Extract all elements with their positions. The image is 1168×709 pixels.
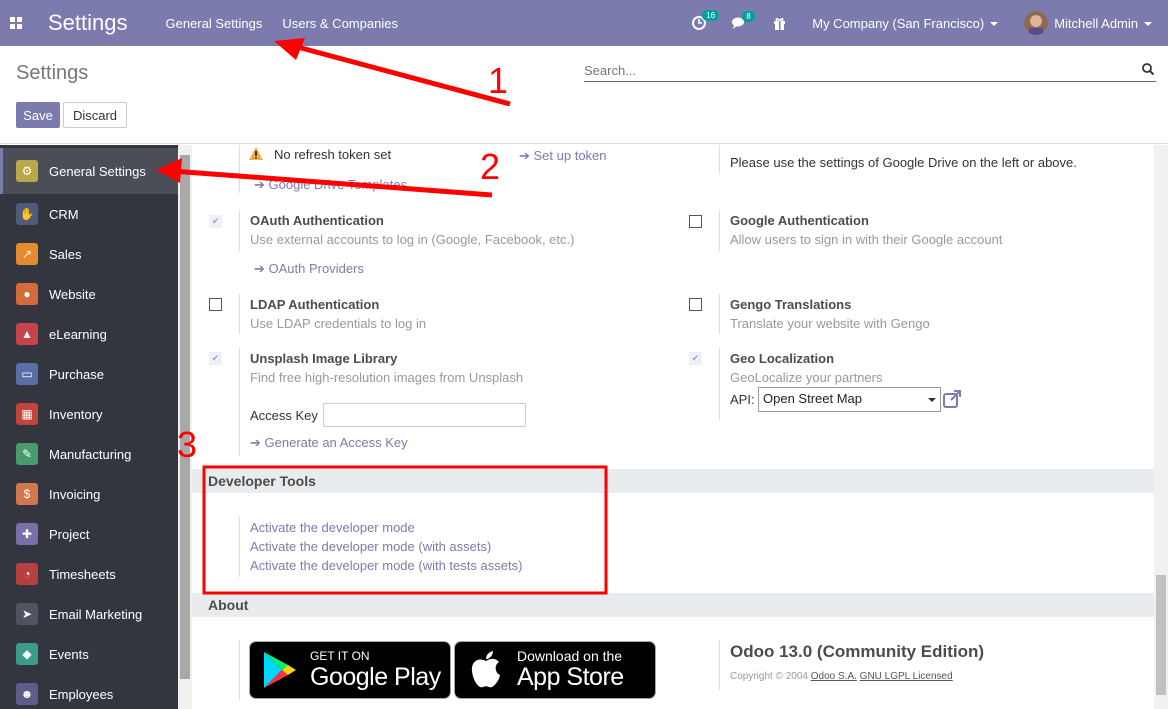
annotation-arrowhead-1 bbox=[274, 38, 305, 60]
annotation-label-1: 1 bbox=[488, 60, 508, 101]
annotation-arrowhead-2 bbox=[156, 158, 182, 183]
annotation-arrow-2 bbox=[171, 168, 493, 198]
annotation-box-developer-tools bbox=[202, 465, 608, 595]
annotation-label-2: 2 bbox=[480, 146, 500, 187]
annotation-label-3: 3 bbox=[177, 424, 197, 465]
annotation-arrow-1 bbox=[289, 42, 511, 107]
annotation-overlay: 1 2 3 bbox=[156, 38, 608, 595]
